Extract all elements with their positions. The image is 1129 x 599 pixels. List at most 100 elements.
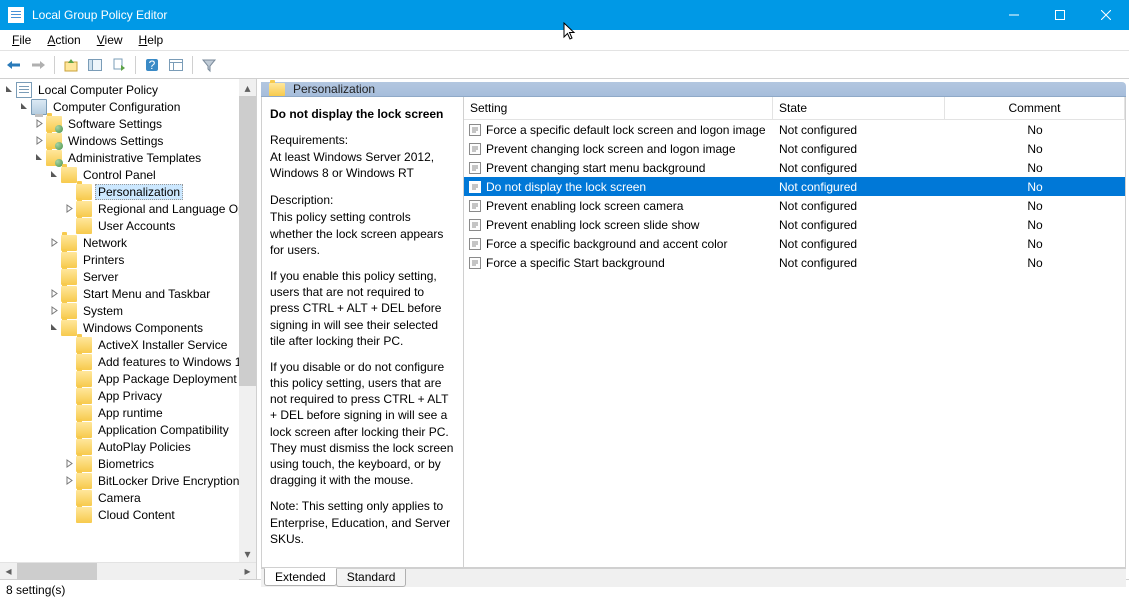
setting-name: Prevent enabling lock screen slide show — [486, 218, 699, 232]
tree-root[interactable]: Local Computer Policy — [0, 81, 256, 98]
tree-twisty-icon[interactable] — [48, 254, 60, 266]
tree-twisty-icon[interactable] — [63, 203, 75, 215]
tree-item[interactable]: AutoPlay Policies — [0, 438, 256, 455]
tree-twisty-icon[interactable] — [63, 390, 75, 402]
tree-twisty-icon[interactable] — [18, 101, 30, 113]
forward-button[interactable] — [27, 54, 49, 76]
back-button[interactable] — [3, 54, 25, 76]
list-row[interactable]: Force a specific default lock screen and… — [464, 120, 1125, 139]
menu-help[interactable]: Help — [131, 31, 172, 49]
tree-twisty-icon[interactable] — [63, 458, 75, 470]
tree-item-label: Biometrics — [95, 456, 157, 472]
menu-view[interactable]: View — [89, 31, 131, 49]
tree-item[interactable]: Printers — [0, 251, 256, 268]
show-hide-tree-button[interactable] — [84, 54, 106, 76]
tree-item[interactable]: Cloud Content — [0, 506, 256, 523]
tree-item[interactable]: Control Panel — [0, 166, 256, 183]
tab-standard[interactable]: Standard — [336, 569, 407, 587]
tree-twisty-icon[interactable] — [63, 356, 75, 368]
tree-item-label: Server — [80, 269, 121, 285]
list-row[interactable]: Do not display the lock screenNot config… — [464, 177, 1125, 196]
up-button[interactable] — [60, 54, 82, 76]
tree-twisty-icon[interactable] — [63, 373, 75, 385]
minimize-button[interactable] — [991, 0, 1037, 30]
tree-item[interactable]: Computer Configuration — [0, 98, 256, 115]
app-icon — [8, 7, 24, 23]
column-comment[interactable]: Comment — [945, 97, 1125, 119]
tree-item[interactable]: Personalization — [0, 183, 256, 200]
menu-file[interactable]: File — [4, 31, 39, 49]
scrollbar-thumb[interactable] — [239, 96, 256, 386]
tree-twisty-icon[interactable] — [63, 509, 75, 521]
list-row[interactable]: Prevent changing start menu backgroundNo… — [464, 158, 1125, 177]
tree-item[interactable]: Windows Components — [0, 319, 256, 336]
tree-twisty-icon[interactable] — [63, 186, 75, 198]
tree-twisty-icon[interactable] — [33, 152, 45, 164]
setting-name: Force a specific Start background — [486, 256, 665, 270]
tree-item[interactable]: Add features to Windows 10 — [0, 353, 256, 370]
tree-item[interactable]: Application Compatibility — [0, 421, 256, 438]
tree-twisty-icon[interactable] — [33, 118, 45, 130]
tree-twisty-icon[interactable] — [63, 339, 75, 351]
tree-twisty-icon[interactable] — [63, 220, 75, 232]
tab-extended[interactable]: Extended — [264, 568, 337, 586]
scrollbar-thumb-h[interactable] — [17, 563, 97, 580]
tree-item[interactable]: Start Menu and Taskbar — [0, 285, 256, 302]
list-row[interactable]: Prevent enabling lock screen slide showN… — [464, 215, 1125, 234]
tree-horizontal-scrollbar[interactable]: ◂ ▸ — [0, 562, 256, 579]
tree-item[interactable]: User Accounts — [0, 217, 256, 234]
scroll-left-icon[interactable]: ◂ — [0, 563, 17, 580]
tree-twisty-icon[interactable] — [48, 322, 60, 334]
tree-twisty-icon[interactable] — [63, 441, 75, 453]
tree-twisty-icon[interactable] — [48, 271, 60, 283]
detail-pane: Do not display the lock screen Requireme… — [262, 97, 464, 567]
column-state[interactable]: State — [773, 97, 945, 119]
tree-twisty-icon[interactable] — [63, 407, 75, 419]
export-button[interactable] — [108, 54, 130, 76]
tree-item[interactable]: Camera — [0, 489, 256, 506]
setting-comment: No — [945, 142, 1125, 156]
column-setting[interactable]: Setting — [464, 97, 773, 119]
tree-twisty-icon[interactable] — [48, 237, 60, 249]
tree-twisty-icon[interactable] — [63, 424, 75, 436]
tree-item[interactable]: System — [0, 302, 256, 319]
tree-item[interactable]: Regional and Language Options — [0, 200, 256, 217]
tree-item[interactable]: ActiveX Installer Service — [0, 336, 256, 353]
scroll-right-icon[interactable]: ▸ — [239, 563, 256, 580]
tree-item[interactable]: Network — [0, 234, 256, 251]
tree-item[interactable]: App runtime — [0, 404, 256, 421]
tree-item[interactable]: Software Settings — [0, 115, 256, 132]
tree-twisty-icon[interactable] — [3, 84, 15, 96]
tree-vertical-scrollbar[interactable]: ▴ ▾ — [239, 79, 256, 562]
tree-twisty-icon[interactable] — [48, 288, 60, 300]
tree-twisty-icon[interactable] — [33, 135, 45, 147]
tree-item[interactable]: App Privacy — [0, 387, 256, 404]
scroll-up-icon[interactable]: ▴ — [239, 79, 256, 96]
tree-item[interactable]: Windows Settings — [0, 132, 256, 149]
list-row[interactable]: Prevent enabling lock screen cameraNot c… — [464, 196, 1125, 215]
tree-item[interactable]: Biometrics — [0, 455, 256, 472]
maximize-button[interactable] — [1037, 0, 1083, 30]
close-button[interactable] — [1083, 0, 1129, 30]
filter-button[interactable] — [198, 54, 220, 76]
list-row[interactable]: Force a specific background and accent c… — [464, 234, 1125, 253]
tree-twisty-icon[interactable] — [63, 492, 75, 504]
list-row[interactable]: Prevent changing lock screen and logon i… — [464, 139, 1125, 158]
tree-item[interactable]: Server — [0, 268, 256, 285]
tree-item-label: Software Settings — [65, 116, 165, 132]
tree-twisty-icon[interactable] — [63, 475, 75, 487]
menu-action[interactable]: Action — [39, 31, 88, 49]
tree-item[interactable]: Administrative Templates — [0, 149, 256, 166]
tree-twisty-icon[interactable] — [48, 305, 60, 317]
scroll-down-icon[interactable]: ▾ — [239, 545, 256, 562]
tree-scroll[interactable]: Local Computer PolicyComputer Configurat… — [0, 79, 256, 562]
tree-twisty-icon[interactable] — [48, 169, 60, 181]
tree-item[interactable]: App Package Deployment — [0, 370, 256, 387]
list-body[interactable]: Force a specific default lock screen and… — [464, 120, 1125, 567]
list-row[interactable]: Force a specific Start backgroundNot con… — [464, 253, 1125, 272]
tree-item[interactable]: BitLocker Drive Encryption — [0, 472, 256, 489]
properties-button[interactable] — [165, 54, 187, 76]
requirements-text: At least Windows Server 2012, Windows 8 … — [270, 149, 455, 181]
setting-state: Not configured — [773, 237, 945, 251]
help-button[interactable]: ? — [141, 54, 163, 76]
